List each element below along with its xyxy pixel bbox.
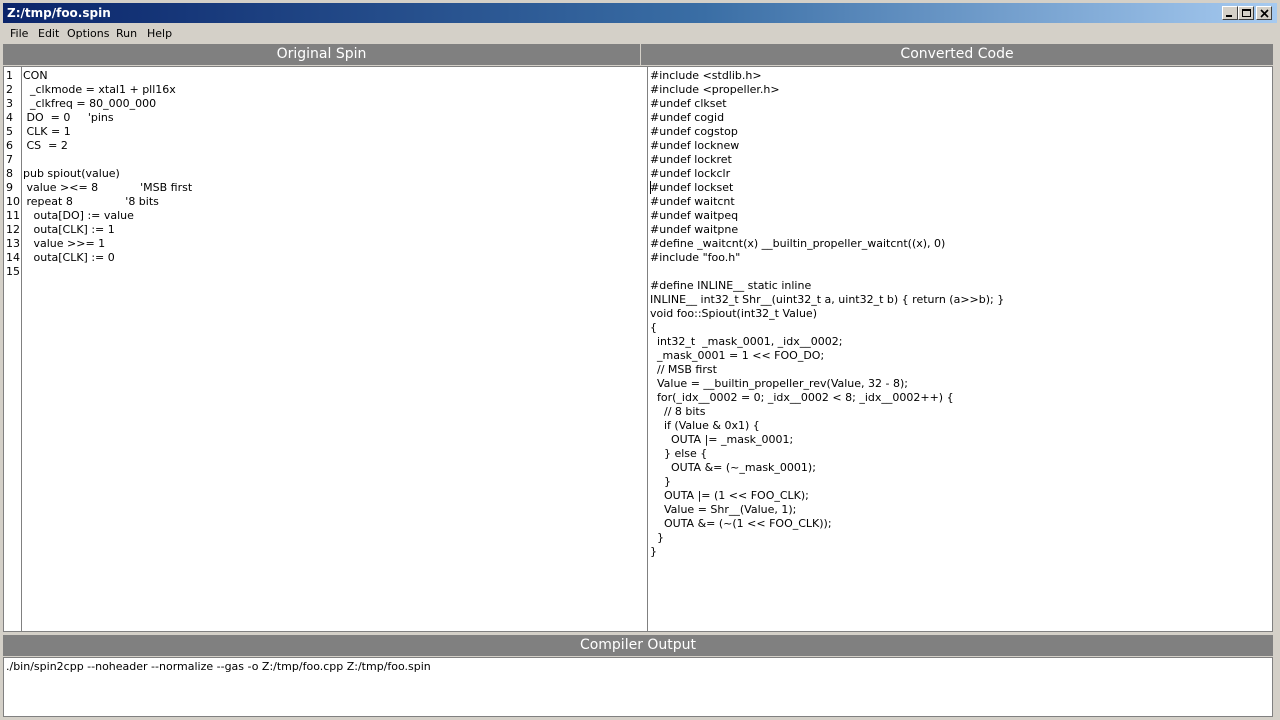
compiler-output-text: ./bin/spin2cpp --noheader --normalize --… [6,660,431,673]
converted-code-line: #include "foo.h" [650,251,741,264]
converted-code-line: Value = Shr__(Value, 1); [650,503,797,516]
converted-code-line: // 8 bits [650,405,706,418]
close-button[interactable] [1256,6,1272,20]
spin-code-line: CON [23,69,48,82]
close-icon [1260,9,1269,18]
converted-code-line: OUTA |= (1 << FOO_CLK); [650,489,809,502]
converted-code-line: #define _waitcnt(x) __builtin_propeller_… [650,237,946,250]
spin-code-line: DO = 0 'pins [23,111,114,124]
menu-file[interactable]: File [10,27,28,41]
spin-code-line: repeat 8 '8 bits [23,195,159,208]
converted-code-editor[interactable]: #include <stdlib.h> #include <propeller.h… [647,66,1273,632]
line-number: 14 [6,251,20,264]
converted-code-line: _mask_0001 = 1 << FOO_DO; [650,349,825,362]
menu-options[interactable]: Options [67,27,109,41]
line-number: 10 [6,195,20,208]
converted-code-line: OUTA |= _mask_0001; [650,433,794,446]
line-number: 15 [6,265,20,278]
line-number: 11 [6,209,20,222]
converted-code-line: #undef lockclr [650,167,731,180]
converted-code-line: #undef cogid [650,111,725,124]
converted-code-line: for(_idx__0002 = 0; _idx__0002 < 8; _idx… [650,391,954,404]
line-number: 8 [6,167,13,180]
converted-code-line: } else { [650,447,708,460]
converted-code-line: { [650,321,657,334]
line-number: 4 [6,111,13,124]
line-number: 3 [6,97,13,110]
maximize-icon [1242,9,1251,17]
converted-code-line: } [650,545,657,558]
spin-code-line: value ><= 8 'MSB first [23,181,193,194]
converted-code-line: #undef waitpeq [650,209,739,222]
converted-code-line: #undef lockset [650,181,734,194]
application-window: Z:/tmp/foo.spin File Edit Options Run He… [0,0,1280,720]
converted-code-line: #undef waitpne [650,223,739,236]
converted-code-line: if (Value & 0x1) { [650,419,760,432]
converted-code-line: int32_t _mask_0001, _idx__0002; [650,335,843,348]
converted-code-line: #define INLINE__ static inline [650,279,812,292]
spin-code-line: CS = 2 [23,139,68,152]
spin-code-line: outa[DO] := value [23,209,134,222]
menu-run[interactable]: Run [116,27,137,41]
converted-code-line: #undef lockret [650,153,732,166]
converted-code-header: Converted Code [641,44,1273,65]
line-number: 7 [6,153,13,166]
spin-code-line: pub spiout(value) [23,167,120,180]
spin-code-line: CLK = 1 [23,125,71,138]
maximize-button[interactable] [1238,6,1254,20]
line-number: 12 [6,223,20,236]
line-number: 9 [6,181,13,194]
line-number: 5 [6,125,13,138]
minimize-button[interactable] [1222,6,1238,20]
compiler-output-pane[interactable]: ./bin/spin2cpp --noheader --normalize --… [3,657,1273,717]
spin-editor[interactable]: 1 2 3 4 5 6 7 8 9 10 11 12 13 14 15 CON _clkmode = xta… [3,66,648,632]
compiler-output-header: Compiler Output [3,635,1273,656]
converted-code-line: void foo::Spiout(int32_t Value) [650,307,817,320]
converted-code-line: Value = __builtin_propeller_rev(Value, 3… [650,377,908,390]
line-number: 2 [6,83,13,96]
spin-code-line: value >>= 1 [23,237,106,250]
line-number-gutter: 1 2 3 4 5 6 7 8 9 10 11 12 13 14 15 [4,67,22,631]
line-number: 13 [6,237,20,250]
converted-code-line: } [650,475,671,488]
converted-code-line: #undef locknew [650,139,740,152]
converted-code-line: #undef clkset [650,97,727,110]
line-number: 1 [6,69,13,82]
converted-code-line: OUTA &= (~(1 << FOO_CLK)); [650,517,832,530]
original-spin-header: Original Spin [3,44,640,65]
converted-code-line: #include <stdlib.h> [650,69,762,82]
converted-code-line: INLINE__ int32_t Shr__(uint32_t a, uint3… [650,293,1005,306]
spin-code-line: _clkmode = xtal1 + pll16x [23,83,176,96]
converted-code-line: // MSB first [650,363,717,376]
converted-code-line: OUTA &= (~_mask_0001); [650,461,816,474]
converted-code-line: #include <propeller.h> [650,83,780,96]
converted-code-line: #undef cogstop [650,125,738,138]
line-number: 6 [6,139,13,152]
converted-code-line: } [650,531,664,544]
spin-code-line: outa[CLK] := 1 [23,223,115,236]
converted-code-line: #undef waitcnt [650,195,735,208]
menu-bar: File Edit Options Run Help [3,24,1277,43]
menu-help[interactable]: Help [147,27,172,41]
title-bar[interactable]: Z:/tmp/foo.spin [3,3,1277,23]
spin-code-line: _clkfreq = 80_000_000 [23,97,157,110]
minimize-icon [1226,15,1232,17]
spin-code-line: outa[CLK] := 0 [23,251,115,264]
window-title: Z:/tmp/foo.spin [7,6,111,20]
menu-edit[interactable]: Edit [38,27,59,41]
